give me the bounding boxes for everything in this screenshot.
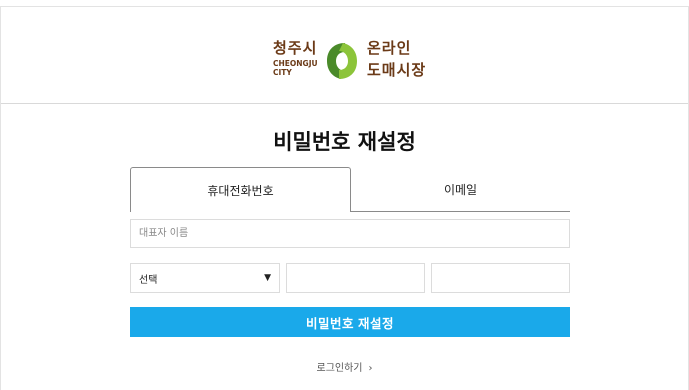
cheongju-logo[interactable]: 청주시 CHEONGJU CITY 온라인 도매시장 [273,37,443,87]
tab-phone[interactable]: 휴대전화번호 [130,167,351,212]
phone-middle-input[interactable] [286,263,425,293]
phone-prefix-select[interactable]: 선택 ▼ [130,263,280,293]
representative-name-input[interactable] [130,219,570,248]
page-title: 비밀번호 재설정 [273,130,416,154]
brand-name-ko: 청주시 [273,39,318,57]
tab-email[interactable]: 이메일 [351,167,570,212]
login-link[interactable]: 로그인하기 › [1,359,688,374]
phone-prefix-value: 선택 [139,274,158,286]
logo-mark-icon [327,43,357,79]
reset-password-button[interactable]: 비밀번호 재설정 [130,307,570,337]
service-name-line2: 도매시장 [367,61,427,79]
chevron-down-icon: ▼ [264,273,271,283]
phone-last-input[interactable] [431,263,570,293]
site-header: 청주시 CHEONGJU CITY 온라인 도매시장 [1,7,688,104]
brand-name-en: CHEONGJU CITY [273,59,318,77]
reset-method-tabs: 휴대전화번호 이메일 [130,167,570,212]
chevron-right-icon: › [368,363,373,374]
page-frame: 청주시 CHEONGJU CITY 온라인 도매시장 비밀번호 재설정 휴대전화… [0,6,689,390]
login-link-label: 로그인하기 [316,363,363,374]
service-name-line1: 온라인 [367,39,412,57]
